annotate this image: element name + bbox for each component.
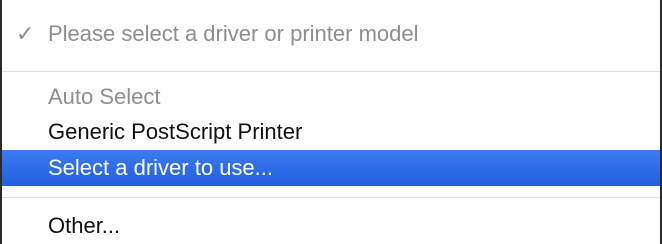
menu-item-label: Generic PostScript Printer bbox=[48, 119, 303, 144]
menu-item-other[interactable]: Other... bbox=[2, 208, 660, 244]
menu-item-auto-select: Auto Select bbox=[2, 79, 660, 115]
menu-item-label: Select a driver to use... bbox=[48, 155, 273, 180]
menu-item-label: Auto Select bbox=[48, 84, 161, 109]
menu-item-please-select: ✓ Please select a driver or printer mode… bbox=[2, 16, 660, 52]
checkmark-icon: ✓ bbox=[16, 21, 35, 46]
printer-driver-menu: ✓ Please select a driver or printer mode… bbox=[0, 0, 662, 244]
menu-separator bbox=[2, 197, 660, 198]
menu-item-label: Please select a driver or printer model bbox=[48, 21, 419, 46]
menu-item-select-driver[interactable]: Select a driver to use... bbox=[2, 150, 660, 186]
menu-separator bbox=[2, 71, 660, 72]
menu-item-generic-postscript[interactable]: Generic PostScript Printer bbox=[2, 114, 660, 150]
menu-item-label: Other... bbox=[48, 213, 121, 238]
